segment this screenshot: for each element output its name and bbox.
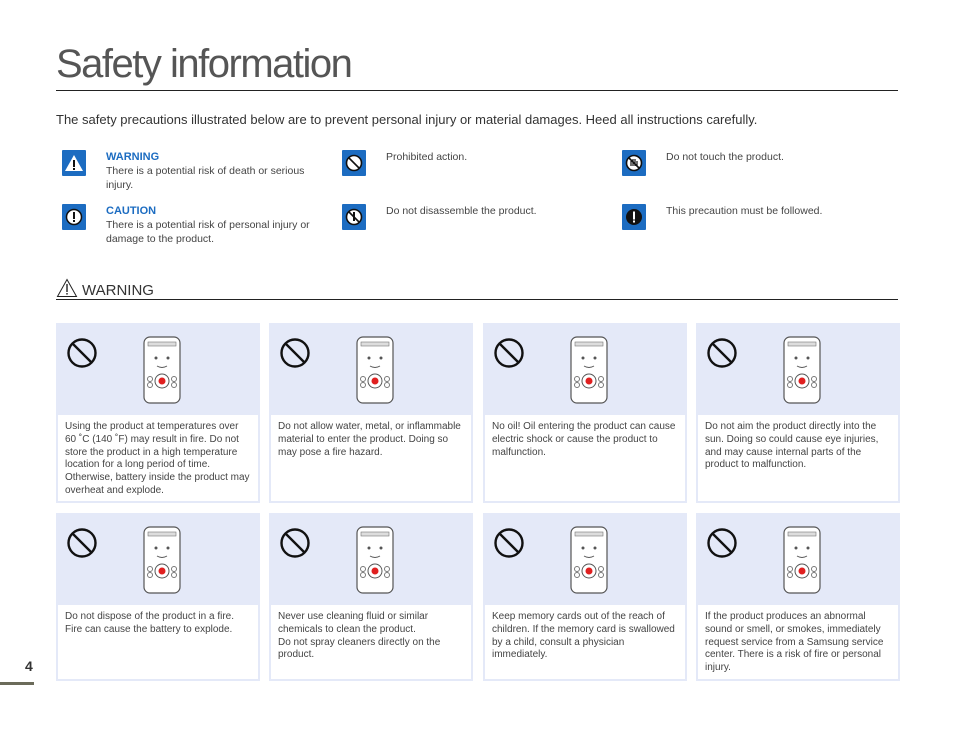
- card-illustration-area: [58, 325, 258, 415]
- card-illustration-area: [271, 325, 471, 415]
- smoking-camcorder-illustration: [762, 523, 852, 606]
- legend-caution: CAUTION There is a potential risk of pers…: [62, 204, 321, 246]
- warning-card: Do not aim the product directly into the…: [696, 323, 900, 503]
- legend-prohibited: Prohibited action.: [342, 150, 601, 176]
- prohibited-icon: [66, 527, 98, 564]
- card-description: Do not aim the product directly into the…: [698, 415, 898, 501]
- camcorder-with-water-illustration: [335, 333, 425, 416]
- legend-warning: WARNING There is a potential risk of deat…: [62, 150, 321, 192]
- page-number: 4: [25, 658, 33, 674]
- card-illustration-area: [58, 515, 258, 605]
- warning-card: No oil! Oil entering the product can cau…: [483, 323, 687, 503]
- page-title: Safety information: [56, 42, 353, 86]
- child-with-memory-card-illustration: [549, 523, 639, 606]
- camcorder-fleeing-fire-illustration: [122, 523, 212, 606]
- camcorder-near-heater-illustration: [122, 333, 212, 416]
- prohibited-icon: [493, 527, 525, 564]
- warning-card: Do not dispose of the product in a fire.…: [56, 513, 260, 681]
- legend-warning-text: There is a potential risk of death or se…: [106, 165, 305, 191]
- oil-dripping-on-camcorder-illustration: [549, 333, 639, 416]
- prohibited-icon: [706, 337, 738, 374]
- card-illustration-area: [698, 515, 898, 605]
- prohibited-icon: [66, 337, 98, 374]
- warning-card: Never use cleaning fluid or similar chem…: [269, 513, 473, 681]
- prohibited-icon: [493, 337, 525, 374]
- no-touch-icon: [622, 150, 646, 176]
- legend-prohibited-text: Prohibited action.: [386, 151, 468, 163]
- legend-warning-label: WARNING: [106, 151, 160, 163]
- card-illustration-area: [271, 515, 471, 605]
- card-description: Using the product at temperatures over 6…: [58, 415, 258, 501]
- symbol-legend: WARNING There is a potential risk of deat…: [56, 146, 898, 256]
- legend-no-disassemble: Do not disassemble the product.: [342, 204, 601, 230]
- intro-text: The safety precautions illustrated below…: [56, 112, 758, 127]
- spray-on-camcorder-illustration: [335, 523, 425, 606]
- card-description: Do not dispose of the product in a fire.…: [58, 605, 258, 679]
- prohibited-icon: [279, 337, 311, 374]
- prohibited-icon: [342, 150, 366, 176]
- section-title: WARNING: [82, 282, 154, 299]
- warning-card: Do not allow water, metal, or inflammabl…: [269, 323, 473, 503]
- prohibited-icon: [706, 527, 738, 564]
- warning-card: Keep memory cards out of the reach of ch…: [483, 513, 687, 681]
- prohibited-icon: [279, 527, 311, 564]
- caution-exclamation-icon: [62, 204, 86, 230]
- camcorder-facing-sun-illustration: [762, 333, 852, 416]
- section-divider: [56, 299, 898, 300]
- warning-card: Using the product at temperatures over 6…: [56, 323, 260, 503]
- card-description: Do not allow water, metal, or inflammabl…: [271, 415, 471, 501]
- title-divider: [56, 90, 898, 91]
- warning-triangle-icon: [62, 150, 86, 176]
- card-description: Keep memory cards out of the reach of ch…: [485, 605, 685, 679]
- card-illustration-area: [485, 325, 685, 415]
- legend-no-touch-text: Do not touch the product.: [666, 151, 784, 163]
- no-disassemble-icon: [342, 204, 366, 230]
- legend-no-touch: Do not touch the product.: [622, 150, 881, 176]
- card-illustration-area: [698, 325, 898, 415]
- card-description: No oil! Oil entering the product can cau…: [485, 415, 685, 501]
- legend-caution-text: There is a potential risk of personal in…: [106, 219, 310, 245]
- legend-must-follow-text: This precaution must be followed.: [666, 205, 823, 217]
- card-description: Never use cleaning fluid or similar chem…: [271, 605, 471, 679]
- legend-must-follow: This precaution must be followed.: [622, 204, 881, 230]
- warning-card: If the product produces an abnormal soun…: [696, 513, 900, 681]
- must-follow-icon: [622, 204, 646, 230]
- legend-caution-label: CAUTION: [106, 205, 157, 217]
- legend-no-disassemble-text: Do not disassemble the product.: [386, 205, 537, 217]
- page-number-bar: [0, 682, 34, 685]
- card-illustration-area: [485, 515, 685, 605]
- card-description: If the product produces an abnormal soun…: [698, 605, 898, 679]
